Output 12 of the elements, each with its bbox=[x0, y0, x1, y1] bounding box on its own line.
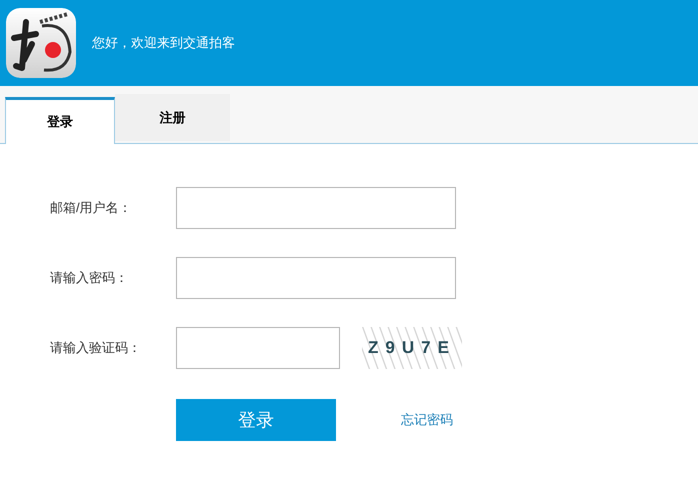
forgot-password-link[interactable]: 忘记密码 bbox=[401, 410, 453, 430]
field-label: 请输入密码： bbox=[49, 269, 129, 288]
username-field[interactable] bbox=[176, 187, 456, 229]
greeting-text: 您好，欢迎来到交通拍客 bbox=[92, 34, 235, 52]
tab[interactable]: 注册 bbox=[115, 94, 230, 141]
captcha-image: Z9U7E bbox=[362, 327, 462, 369]
password-field[interactable] bbox=[176, 257, 456, 299]
app-logo-icon bbox=[6, 8, 76, 78]
field-label: 请输入验证码： bbox=[49, 339, 142, 358]
captcha-field[interactable] bbox=[176, 327, 340, 369]
tab[interactable]: 登录 bbox=[5, 97, 115, 144]
field-label: 邮箱/用户名： bbox=[49, 199, 133, 218]
